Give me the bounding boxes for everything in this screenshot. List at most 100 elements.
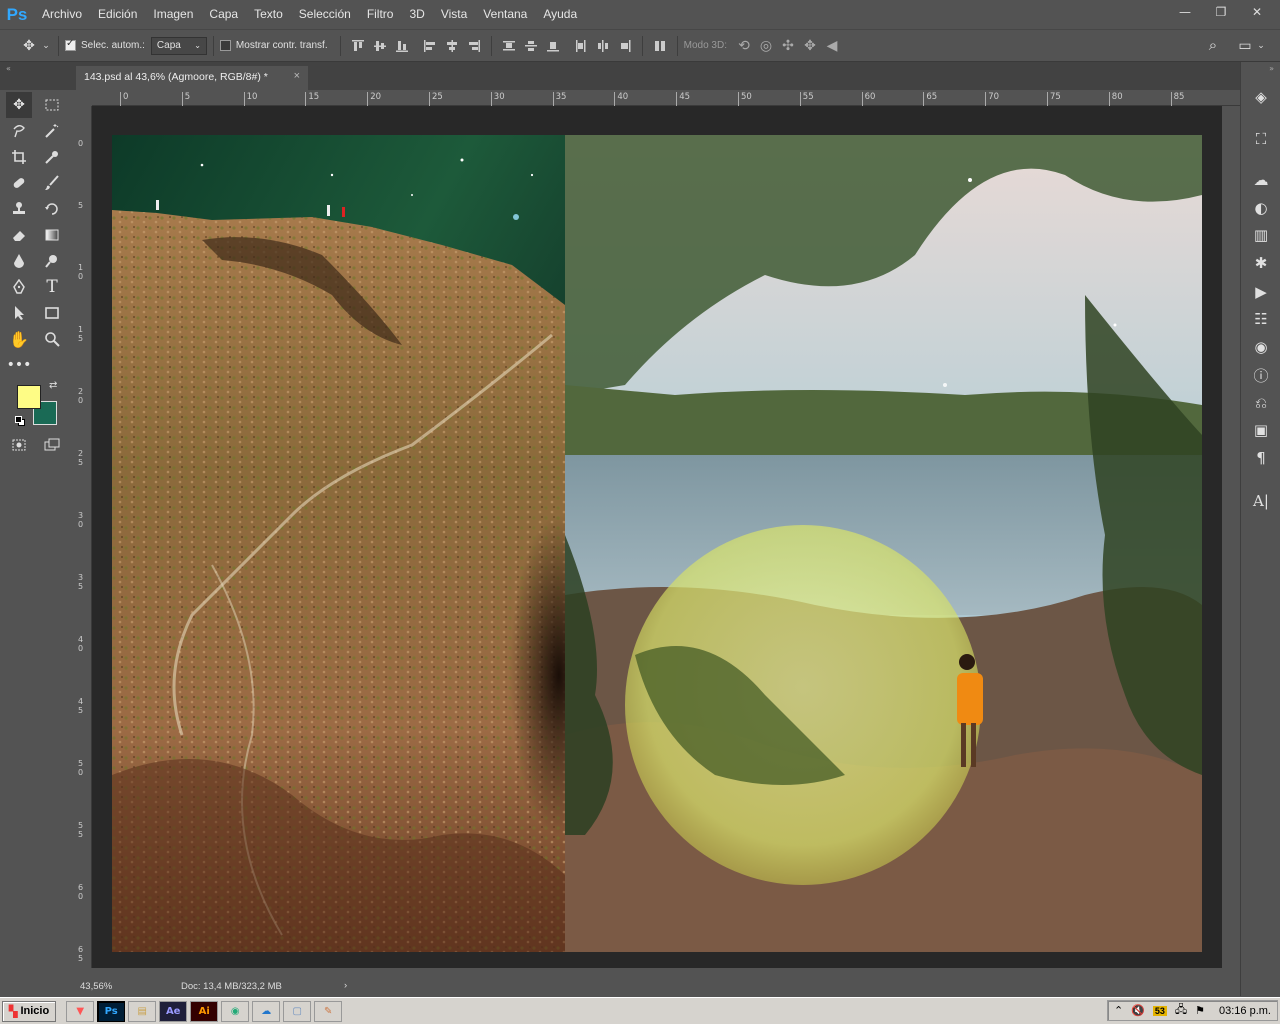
brush-tool-icon[interactable]	[39, 170, 65, 196]
align-left-icon[interactable]	[419, 36, 441, 56]
menu-capa[interactable]: Capa	[201, 0, 246, 29]
status-menu-icon[interactable]: ›	[344, 980, 347, 991]
illustrator-icon[interactable]: Ai	[190, 1000, 219, 1022]
actions-icon[interactable]: ▶	[1248, 281, 1274, 303]
hand-tool-icon[interactable]: ✋	[6, 326, 32, 352]
distribute-right-icon[interactable]	[614, 36, 636, 56]
clone-stamp-icon[interactable]	[6, 196, 32, 222]
paths-icon[interactable]: ⛶	[1248, 128, 1274, 150]
menu-ayuda[interactable]: Ayuda	[535, 0, 585, 29]
blur-tool-icon[interactable]	[6, 248, 32, 274]
align-hcenter-icon[interactable]	[441, 36, 463, 56]
lasso-tool-icon[interactable]	[6, 118, 32, 144]
dodge-tool-icon[interactable]	[39, 248, 65, 274]
network-icon[interactable]: 🖧	[1175, 1001, 1187, 1020]
adjustments-icon[interactable]: ◐	[1248, 197, 1274, 219]
swap-colors-icon[interactable]: ⇄	[49, 380, 57, 391]
tool-preset-chevron-icon[interactable]: ⌄	[40, 40, 52, 51]
photoshop-taskbar-icon[interactable]: Ps	[97, 1000, 126, 1022]
navigator-icon[interactable]: ✱	[1248, 252, 1274, 274]
screen-mode-icon[interactable]	[39, 432, 65, 458]
distribute-hcenter-icon[interactable]	[592, 36, 614, 56]
auto-align-icon[interactable]	[649, 36, 671, 56]
roll-3d-icon[interactable]: ◎	[755, 37, 777, 54]
expand-panels-icon[interactable]: »	[1269, 64, 1274, 73]
close-icon[interactable]: ✕	[1244, 3, 1270, 21]
healing-brush-icon[interactable]	[6, 170, 32, 196]
notes-icon[interactable]: ▢	[283, 1000, 312, 1022]
photoshop-logo[interactable]: Ps	[0, 0, 34, 29]
scale-3d-icon[interactable]: ◀	[821, 37, 843, 54]
quick-mask-icon[interactable]	[6, 432, 32, 458]
properties-icon[interactable]: ☷	[1248, 308, 1274, 330]
distribute-top-icon[interactable]	[498, 36, 520, 56]
menu-archivo[interactable]: Archivo	[34, 0, 90, 29]
channels-icon[interactable]: ◉	[1248, 336, 1274, 358]
auto-select-checkbox[interactable]	[65, 38, 76, 51]
collapse-toolbox-icon[interactable]: «	[6, 64, 11, 73]
restore-icon[interactable]: ❐	[1208, 3, 1234, 21]
rotate-3d-icon[interactable]: ⟲	[733, 37, 755, 54]
after-effects-icon[interactable]: Ae	[159, 1000, 188, 1022]
menu-edicion[interactable]: Edición	[90, 0, 145, 29]
workspace-chevron-icon[interactable]: ⌄	[1250, 40, 1272, 51]
document-tab[interactable]: 143.psd al 43,6% (Agmoore, RGB/8#) * ×	[76, 66, 308, 90]
file-explorer-icon[interactable]: ▤	[128, 1000, 157, 1022]
show-transform-checkbox[interactable]	[219, 40, 231, 51]
minimize-icon[interactable]: —	[1172, 3, 1198, 21]
search-icon[interactable]: ⌕	[1202, 37, 1224, 54]
move-tool-icon[interactable]: ✥	[6, 92, 32, 118]
rectangle-tool-icon[interactable]	[39, 300, 65, 326]
type-tool-icon[interactable]: T	[39, 274, 65, 300]
align-top-icon[interactable]	[347, 36, 369, 56]
distribute-left-icon[interactable]	[570, 36, 592, 56]
cloud-app-icon[interactable]: ☁	[252, 1000, 281, 1022]
pen-tool-icon[interactable]	[6, 274, 32, 300]
default-colors-icon[interactable]	[15, 416, 25, 426]
gradient-tool-icon[interactable]	[39, 222, 65, 248]
brave-icon[interactable]: ▼	[66, 1000, 95, 1022]
clock[interactable]: 03:16 p.m.	[1219, 1005, 1271, 1017]
chrome-icon[interactable]: ◉	[221, 1000, 250, 1022]
magic-wand-icon[interactable]	[39, 118, 65, 144]
align-right-icon[interactable]	[463, 36, 485, 56]
eraser-icon[interactable]	[6, 222, 32, 248]
menu-3d[interactable]: 3D	[401, 0, 432, 29]
histogram-icon[interactable]: ▥	[1248, 224, 1274, 246]
history-icon[interactable]: ⎌	[1248, 392, 1274, 414]
menu-ventana[interactable]: Ventana	[475, 0, 535, 29]
align-vcenter-icon[interactable]	[369, 36, 391, 56]
app-tray-icon[interactable]: 53	[1152, 1005, 1167, 1016]
slide-3d-icon[interactable]: ✥	[799, 37, 821, 54]
paragraph-icon[interactable]: ¶	[1248, 447, 1274, 469]
distribute-bottom-icon[interactable]	[542, 36, 564, 56]
layers-icon[interactable]: ◈	[1248, 86, 1274, 108]
distribute-vcenter-icon[interactable]	[520, 36, 542, 56]
tray-expand-icon[interactable]: ⌃	[1114, 1004, 1123, 1017]
menu-vista[interactable]: Vista	[433, 0, 475, 29]
character-icon[interactable]: A|	[1248, 490, 1274, 512]
3d-panel-icon[interactable]: ▣	[1248, 419, 1274, 441]
close-icon[interactable]: ×	[294, 70, 300, 82]
eyedropper-icon[interactable]	[39, 144, 65, 170]
foreground-color-swatch[interactable]	[17, 385, 41, 409]
info-icon[interactable]: ⓘ	[1248, 364, 1274, 386]
menu-filtro[interactable]: Filtro	[359, 0, 402, 29]
zoom-tool-icon[interactable]	[39, 326, 65, 352]
auto-select-dropdown[interactable]: Capa ⌄	[150, 36, 207, 55]
menu-imagen[interactable]: Imagen	[145, 0, 201, 29]
move-tool-icon[interactable]: ✥	[18, 37, 40, 54]
menu-seleccion[interactable]: Selección	[291, 0, 359, 29]
creative-cloud-icon[interactable]: ☁	[1248, 169, 1274, 191]
canvas-area[interactable]	[92, 106, 1222, 968]
volume-muted-icon[interactable]: 🔇	[1131, 1004, 1145, 1017]
zoom-level[interactable]: 43,56%	[80, 981, 112, 992]
history-brush-icon[interactable]	[39, 196, 65, 222]
document-canvas[interactable]	[112, 135, 1202, 952]
notification-flag-icon[interactable]: ⚑	[1195, 1004, 1205, 1017]
paint-icon[interactable]: ✎	[314, 1000, 343, 1022]
path-selection-icon[interactable]	[6, 300, 32, 326]
crop-tool-icon[interactable]	[6, 144, 32, 170]
menu-texto[interactable]: Texto	[246, 0, 291, 29]
marquee-tool-icon[interactable]	[39, 92, 65, 118]
